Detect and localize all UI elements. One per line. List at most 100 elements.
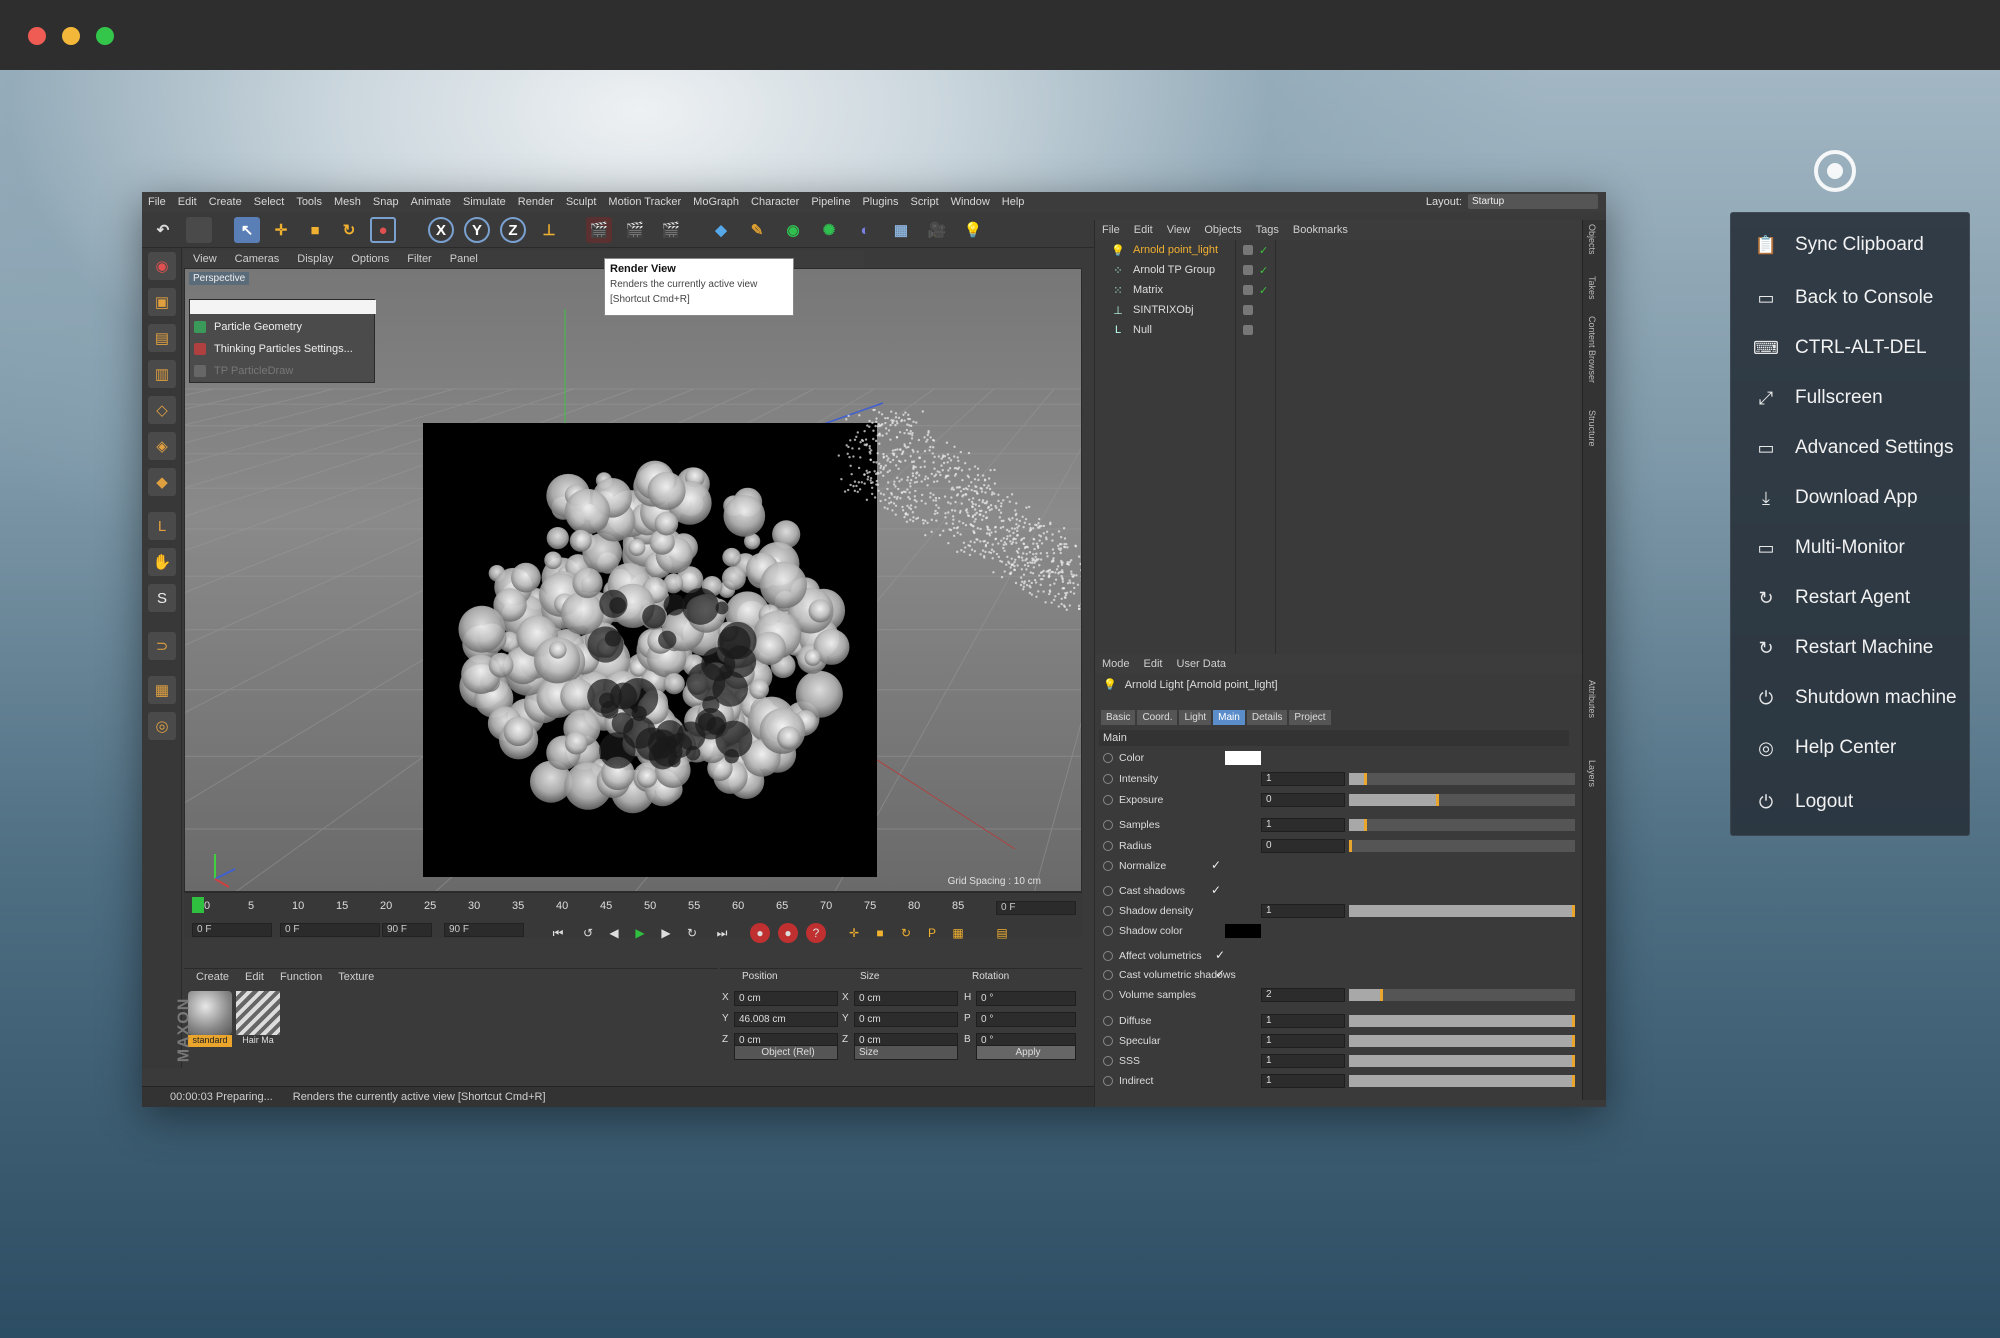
menu-select[interactable]: Select xyxy=(248,196,291,208)
size-mode-select[interactable]: Size xyxy=(854,1045,958,1060)
scale-tool-icon[interactable]: ■ xyxy=(302,217,328,243)
menu-mograph[interactable]: MoGraph xyxy=(687,196,745,208)
tweak-mode-icon[interactable]: ✋ xyxy=(148,548,176,576)
attr-value-field[interactable]: 1 xyxy=(1261,904,1345,918)
animation-radio-icon[interactable] xyxy=(1103,820,1113,830)
zoom-window-button[interactable] xyxy=(96,27,114,45)
layout-selector[interactable]: Layout: Startup xyxy=(1426,194,1598,209)
polygons-mode-icon[interactable]: ◆ xyxy=(148,468,176,496)
z-axis-icon[interactable]: Z xyxy=(500,217,526,243)
attr-value-field[interactable]: 1 xyxy=(1261,1034,1345,1048)
timeline-ruler[interactable]: 051015202530354045505560657075808590 xyxy=(192,895,1008,917)
floor-icon[interactable]: ▦ xyxy=(888,217,914,243)
material-hair-swatch[interactable] xyxy=(236,991,280,1035)
animation-radio-icon[interactable] xyxy=(1103,990,1113,1000)
minimize-window-button[interactable] xyxy=(62,27,80,45)
attr-slider[interactable] xyxy=(1349,1075,1575,1087)
dropdown-item-particle-geometry[interactable]: Particle Geometry xyxy=(194,318,302,336)
attribute-menu-user-data[interactable]: User Data xyxy=(1170,658,1234,670)
layout-select[interactable]: Startup xyxy=(1468,194,1598,209)
object-menu-bookmarks[interactable]: Bookmarks xyxy=(1286,224,1355,236)
object-row[interactable]: ⁙ Matrix ✓ xyxy=(1095,280,1583,300)
menu-create[interactable]: Create xyxy=(203,196,248,208)
parameter-key-icon[interactable]: P xyxy=(922,923,942,943)
render-settings-icon[interactable]: 🎬 xyxy=(658,217,684,243)
attr-diffuse[interactable]: Diffuse 1 xyxy=(1095,1012,1583,1030)
scale-key-icon[interactable]: ■ xyxy=(870,923,890,943)
menu-plugins[interactable]: Plugins xyxy=(856,196,904,208)
animation-radio-icon[interactable] xyxy=(1103,795,1113,805)
attr-slider[interactable] xyxy=(1349,840,1575,852)
side-tab-content-browser[interactable]: Content Browser xyxy=(1587,316,1597,383)
dropdown-item-tp-particledraw[interactable]: TP ParticleDraw xyxy=(194,362,293,380)
viewport-menu-options[interactable]: Options xyxy=(342,253,398,265)
attr-value-field[interactable]: 2 xyxy=(1261,988,1345,1002)
object-menu-tags[interactable]: Tags xyxy=(1249,224,1286,236)
material-standard-swatch[interactable] xyxy=(188,991,232,1035)
tab-details[interactable]: Details xyxy=(1246,710,1288,725)
playhead-marker[interactable] xyxy=(192,897,204,913)
tab-basic[interactable]: Basic xyxy=(1101,710,1136,725)
menu-item-fullscreen[interactable]: ⤢ Fullscreen xyxy=(1731,376,1971,420)
attr-normalize[interactable]: Normalize ✓ xyxy=(1095,857,1583,875)
attr-indirect[interactable]: Indirect 1 xyxy=(1095,1072,1583,1090)
checkbox-checked-icon[interactable]: ✓ xyxy=(1211,883,1221,897)
make-editable-icon[interactable]: ◉ xyxy=(148,252,176,280)
menu-item-back-to-console[interactable]: ▭ Back to Console xyxy=(1731,276,1971,320)
material-menu-texture[interactable]: Texture xyxy=(330,971,382,987)
attr-cast-volumetric-shadows[interactable]: Cast volumetric shadows ✓ xyxy=(1095,966,1583,984)
menu-character[interactable]: Character xyxy=(745,196,805,208)
animation-radio-icon[interactable] xyxy=(1103,861,1113,871)
object-row[interactable]: ⊥ SINTRIXObj xyxy=(1095,300,1583,320)
menu-render[interactable]: Render xyxy=(512,196,560,208)
attr-slider[interactable] xyxy=(1349,819,1575,831)
menu-item-download-app[interactable]: ⤓ Download App xyxy=(1731,476,1971,520)
animation-radio-icon[interactable] xyxy=(1103,970,1113,980)
cloner-icon[interactable]: ✺ xyxy=(816,217,842,243)
attr-shadow-density[interactable]: Shadow density 1 xyxy=(1095,902,1583,920)
end-frame-field[interactable]: 90 F xyxy=(444,923,524,937)
menu-script[interactable]: Script xyxy=(905,196,945,208)
pla-key-icon[interactable]: ▦ xyxy=(948,923,968,943)
render-picture-viewer-icon[interactable]: 🎬 xyxy=(622,217,648,243)
animation-radio-icon[interactable] xyxy=(1103,886,1113,896)
side-tab-attributes[interactable]: Attributes xyxy=(1587,680,1597,718)
perspective-viewport[interactable]: Perspective Particle Geometry Thinking P… xyxy=(184,268,1082,892)
object-menu-edit[interactable]: Edit xyxy=(1127,224,1160,236)
viewport-menu-display[interactable]: Display xyxy=(288,253,342,265)
side-tab-layers[interactable]: Layers xyxy=(1587,760,1597,787)
render-view-icon[interactable]: 🎬 xyxy=(586,217,612,243)
animation-radio-icon[interactable] xyxy=(1103,1016,1113,1026)
live-selection-icon[interactable]: ● xyxy=(370,217,396,243)
pen-icon[interactable]: ✎ xyxy=(744,217,770,243)
menu-item-shutdown-machine[interactable]: ⏻ Shutdown machine xyxy=(1731,676,1971,720)
menu-mesh[interactable]: Mesh xyxy=(328,196,367,208)
viewport-menu-view[interactable]: View xyxy=(184,253,226,265)
side-tab-objects[interactable]: Objects xyxy=(1587,224,1597,255)
enabled-check-icon[interactable]: ✓ xyxy=(1259,264,1268,277)
attr-radius[interactable]: Radius 0 xyxy=(1095,837,1583,855)
attr-cast-shadows[interactable]: Cast shadows ✓ xyxy=(1095,882,1583,900)
timeline-window-icon[interactable]: ▤ xyxy=(992,923,1012,943)
menu-snap[interactable]: Snap xyxy=(367,196,405,208)
menu-item-ctrl-alt-del[interactable]: ⌨ CTRL-ALT-DEL xyxy=(1731,326,1971,370)
lock-workplane-icon[interactable]: ◎ xyxy=(148,712,176,740)
attr-affect-volumetrics[interactable]: Affect volumetrics ✓ xyxy=(1095,947,1583,965)
checkbox-checked-icon[interactable]: ✓ xyxy=(1215,967,1225,981)
size-field[interactable]: 0 cm xyxy=(854,1012,958,1027)
animation-radio-icon[interactable] xyxy=(1103,1056,1113,1066)
checkbox-checked-icon[interactable]: ✓ xyxy=(1215,948,1225,962)
attr-slider[interactable] xyxy=(1349,1015,1575,1027)
points-mode-icon[interactable]: ◇ xyxy=(148,396,176,424)
size-field[interactable]: 0 cm xyxy=(854,991,958,1006)
visibility-dot-icon[interactable] xyxy=(1243,285,1253,295)
animation-radio-icon[interactable] xyxy=(1103,753,1113,763)
deformer-icon[interactable]: ◐ xyxy=(852,217,878,243)
attr-value-field[interactable]: 1 xyxy=(1261,1074,1345,1088)
animation-radio-icon[interactable] xyxy=(1103,1076,1113,1086)
menu-pipeline[interactable]: Pipeline xyxy=(805,196,856,208)
animation-radio-icon[interactable] xyxy=(1103,951,1113,961)
attr-value-field[interactable]: 1 xyxy=(1261,772,1345,786)
move-tool-icon[interactable]: ✛ xyxy=(268,217,294,243)
light-icon[interactable]: 💡 xyxy=(960,217,986,243)
